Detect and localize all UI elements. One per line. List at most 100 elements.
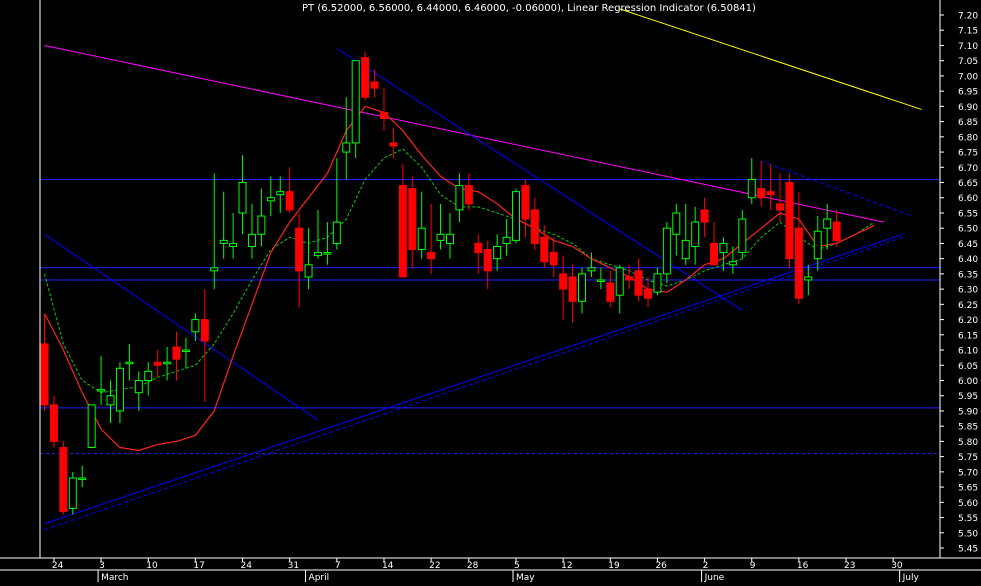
y-tick-label: 6.60 [958,194,978,204]
x-tick-label: 24 [241,561,253,571]
candle-body-up [191,319,200,333]
candle-body-down [483,249,492,272]
y-tick-label: 6.25 [958,301,978,311]
candle-body-up [87,404,96,448]
candle-body-up [436,233,445,241]
candle-body-up [313,252,322,257]
y-tick-label: 6.90 [958,103,978,113]
y-tick-label: 6.20 [958,316,978,326]
y-tick-label: 6.45 [958,240,978,250]
y-tick-label: 7.10 [958,42,978,52]
candle-body-up [662,227,671,275]
y-tick-label: 5.95 [958,392,978,402]
candle-body-up [455,185,464,211]
candle-body-down [172,346,181,360]
candle-body-up [417,227,426,251]
y-tick-label: 5.70 [958,468,978,478]
y-tick-label: 5.60 [958,499,978,509]
candle-body-down [408,188,417,251]
y-tick-label: 6.30 [958,286,978,296]
candle-body-down [794,227,803,299]
candle-body-up [738,218,747,254]
x-tick-label: 19 [608,561,620,571]
candle-body-down [49,404,58,442]
chart-title: PT (6.52000, 6.56000, 6.44000, 6.46000, … [302,3,756,14]
candle-body-down [398,185,407,278]
y-tick-label: 6.55 [958,209,978,219]
candle-body-down [644,288,653,299]
candle-body-down [776,203,785,211]
x-tick-label: 9 [750,561,756,571]
y-tick-label: 6.50 [958,225,978,235]
candle-body-up [493,245,502,260]
x-tick-label: 2 [703,561,709,571]
candle-body-down [785,182,794,260]
candle-body-down [153,361,162,366]
candle-body-down [568,276,577,302]
y-tick-label: 6.15 [958,331,978,341]
candle-body-down [464,185,473,205]
candle-body-up [512,191,520,241]
y-tick-label: 6.40 [958,255,978,265]
x-tick-label: 26 [655,561,667,571]
x-tick-label: 24 [52,561,64,571]
candlestick-chart: 5.45 5.50 5.55 5.60 5.65 5.70 5.75 5.80 5.85 5.90… [0,0,981,583]
y-tick-label: 5.55 [958,514,978,524]
candle-body-down [427,252,436,260]
x-tick-label: 31 [288,561,299,571]
candle-body-up [106,395,115,406]
candle-body-up [323,252,332,255]
candle-body-down [549,252,558,266]
candle-body-down [389,142,398,147]
candle-body-up [304,264,313,278]
candle-body-down [634,270,643,296]
candle-body-down [700,209,709,223]
candle-body-down [521,185,530,220]
candle-body-down [766,191,775,196]
candle-body-down [757,188,766,199]
candle-body-up [332,221,341,244]
candle-body-up [229,242,238,247]
candle-body-down [59,446,68,512]
y-tick-label: 7.20 [958,12,978,22]
candle-body-up [134,379,143,394]
y-tick-label: 5.65 [958,484,978,494]
candle-body-down [710,242,719,266]
candle-body-up [587,267,596,272]
candle-body-up [804,276,813,281]
candle-body-up [578,273,587,302]
candle-body-up [691,221,700,247]
x-tick-label: 30 [891,561,903,571]
candle-body-up [276,191,285,196]
candle-body-up [115,367,124,412]
candle-body-up [342,142,351,153]
candle-body-down [295,227,304,272]
x-tick-label: 3 [99,561,105,571]
y-tick-label: 6.80 [958,133,978,143]
candle-body-up [181,349,190,353]
candle-body-down [40,343,49,406]
candle-body-up [210,267,219,272]
candle-body-down [361,57,370,98]
candle-body-down [474,242,483,254]
x-tick-label: 7 [335,561,341,571]
month-label: May [516,573,535,582]
candle-body-down [200,319,209,342]
candle-body-up [445,233,454,244]
candle-body-up [144,370,153,381]
candle-body-up [681,239,690,260]
y-tick-label: 5.80 [958,438,978,448]
candle-body-up [257,215,266,235]
candle-body-up [596,279,605,282]
candle-body-up [238,182,247,214]
candle-body-up [502,236,511,244]
y-tick-label: 5.50 [958,529,978,539]
y-tick-label: 7.05 [958,57,978,67]
y-tick-label: 6.95 [958,88,978,98]
x-tick-label: 12 [561,561,572,571]
chart-area: 5.45 5.50 5.55 5.60 5.65 5.70 5.75 5.80 5.85 5.90… [0,0,981,583]
candle-body-down [625,276,634,281]
candle-body-down [606,282,615,302]
y-tick-label: 6.00 [958,377,978,387]
candle-body-up [719,242,728,254]
